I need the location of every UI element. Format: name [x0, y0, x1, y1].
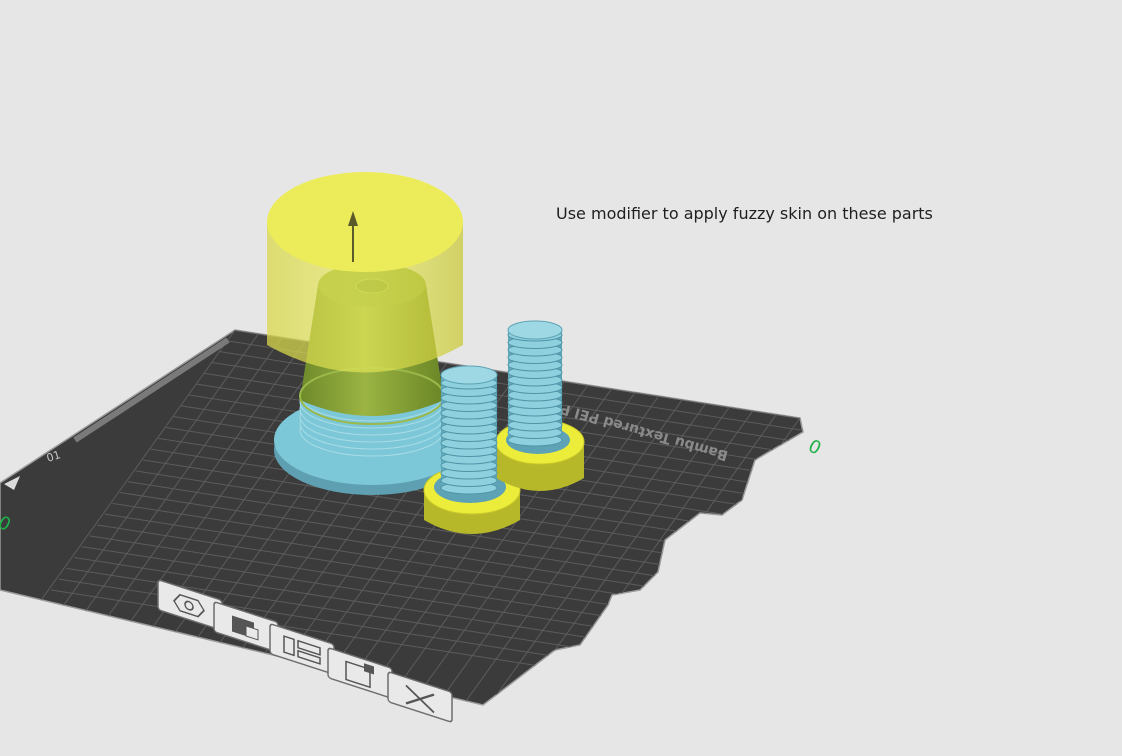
scene-canvas[interactable]: Bambu Textured PEI Pla 01 0 0 — [0, 0, 1122, 752]
modifier-annotation: Use modifier to apply fuzzy skin on thes… — [556, 204, 933, 223]
right-screw-part[interactable] — [507, 320, 563, 447]
fuzzy-skin-modifier-cylinder[interactable] — [267, 172, 463, 373]
axis-y-marker: 0 — [804, 436, 824, 460]
screw-top-face — [507, 320, 563, 340]
left-screw-part[interactable] — [440, 365, 498, 495]
3d-viewport[interactable]: Bambu Textured PEI Pla 01 0 0 Use modifi… — [0, 0, 1122, 752]
screw-top-face — [440, 365, 498, 385]
